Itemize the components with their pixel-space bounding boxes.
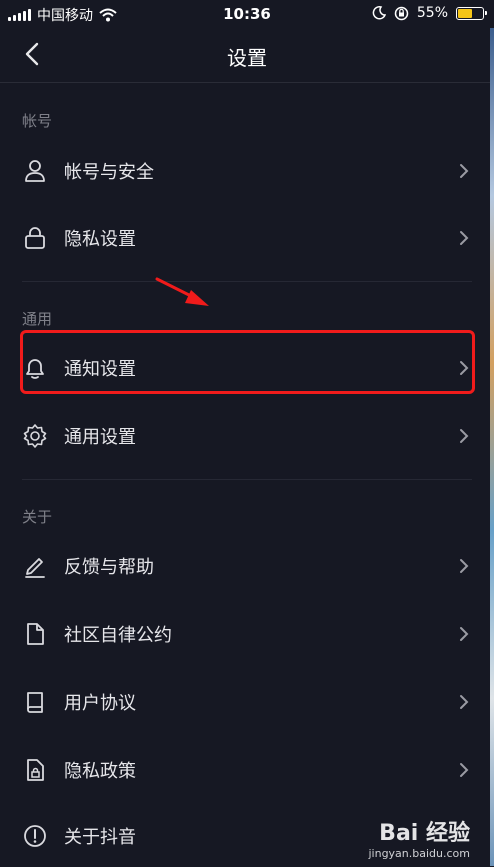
section-header-about: 关于 (22, 508, 53, 526)
navigation-bar: 设置 (0, 28, 494, 83)
chevron-right-icon (460, 695, 469, 709)
settings-item-general-settings[interactable]: 通用设置 (0, 405, 494, 467)
settings-item-user-agreement[interactable]: 用户协议 (0, 671, 494, 733)
battery-icon (456, 6, 487, 20)
settings-item-label: 关于抖音 (64, 827, 136, 848)
section-header-account: 帐号 (22, 112, 53, 130)
settings-item-label: 帐号与安全 (64, 162, 154, 183)
gear-icon (23, 424, 47, 448)
settings-item-label: 用户协议 (64, 693, 136, 714)
chevron-right-icon (460, 763, 469, 777)
user-icon (25, 160, 45, 182)
book-icon (27, 692, 43, 713)
watermark-brand: Bai 经验 (379, 821, 470, 846)
orientation-lock-icon (394, 6, 409, 20)
status-bar: 中国移动 10:36 55% (0, 0, 494, 28)
settings-item-label: 隐私设置 (64, 229, 136, 250)
settings-item-label: 通用设置 (64, 427, 136, 448)
lock-document-icon (27, 759, 44, 781)
settings-item-label: 隐私政策 (64, 761, 136, 782)
chevron-right-icon (460, 559, 469, 573)
section-header-general: 通用 (22, 310, 53, 328)
watermark-url: jingyan.baidu.com (368, 847, 470, 860)
section-divider (22, 281, 472, 282)
chevron-right-icon (460, 164, 469, 178)
chevron-right-icon (460, 627, 469, 641)
highlight-box (20, 330, 475, 394)
settings-item-community-guidelines[interactable]: 社区自律公约 (0, 603, 494, 665)
annotation-arrow-icon (155, 277, 209, 306)
document-icon (27, 623, 44, 645)
settings-item-label: 反馈与帮助 (64, 557, 154, 578)
lock-icon (25, 227, 45, 249)
settings-item-feedback-help[interactable]: 反馈与帮助 (0, 535, 494, 597)
page-title: 设置 (227, 46, 267, 70)
moon-icon (372, 6, 386, 20)
watermark: Bai 经验 jingyan.baidu.com (368, 815, 470, 860)
pencil-icon (25, 558, 45, 578)
chevron-right-icon (460, 429, 469, 443)
section-divider (22, 479, 472, 480)
settings-item-label: 社区自律公约 (64, 625, 172, 646)
chevron-right-icon (460, 231, 469, 245)
info-icon (24, 825, 46, 847)
battery-percent: 55% (416, 5, 448, 21)
settings-item-privacy-policy[interactable]: 隐私政策 (0, 739, 494, 801)
background-app-edge (490, 28, 494, 866)
settings-item-account-security[interactable]: 帐号与安全 (0, 140, 494, 202)
settings-item-privacy-settings[interactable]: 隐私设置 (0, 207, 494, 269)
